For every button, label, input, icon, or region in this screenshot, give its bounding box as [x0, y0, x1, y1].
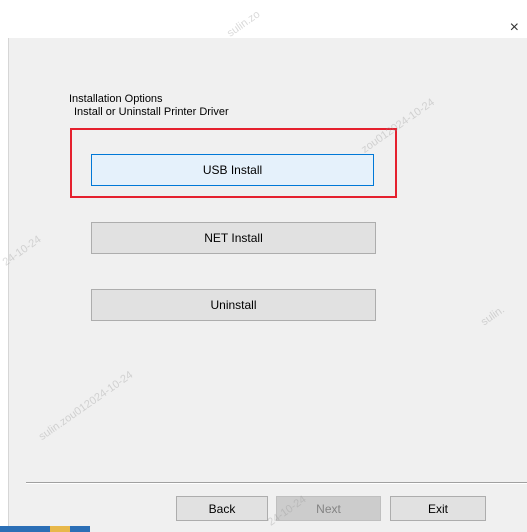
highlight-annotation	[70, 128, 397, 198]
exit-button[interactable]: Exit	[390, 496, 486, 521]
close-icon[interactable]: ×	[510, 20, 519, 36]
installation-options-subheading: Install or Uninstall Printer Driver	[74, 106, 229, 118]
installer-window: × Installation Options Install or Uninst…	[0, 0, 527, 532]
net-install-button[interactable]: NET Install	[91, 222, 376, 254]
next-button[interactable]: Next	[276, 496, 381, 521]
title-bar: ×	[8, 0, 527, 38]
uninstall-button[interactable]: Uninstall	[91, 289, 376, 321]
taskbar-strip-accent	[50, 526, 70, 532]
installation-options-heading: Installation Options	[69, 93, 163, 105]
back-button[interactable]: Back	[176, 496, 268, 521]
taskbar-strip	[0, 526, 90, 532]
footer-separator-highlight	[26, 483, 527, 484]
window-left-edge	[0, 0, 8, 532]
